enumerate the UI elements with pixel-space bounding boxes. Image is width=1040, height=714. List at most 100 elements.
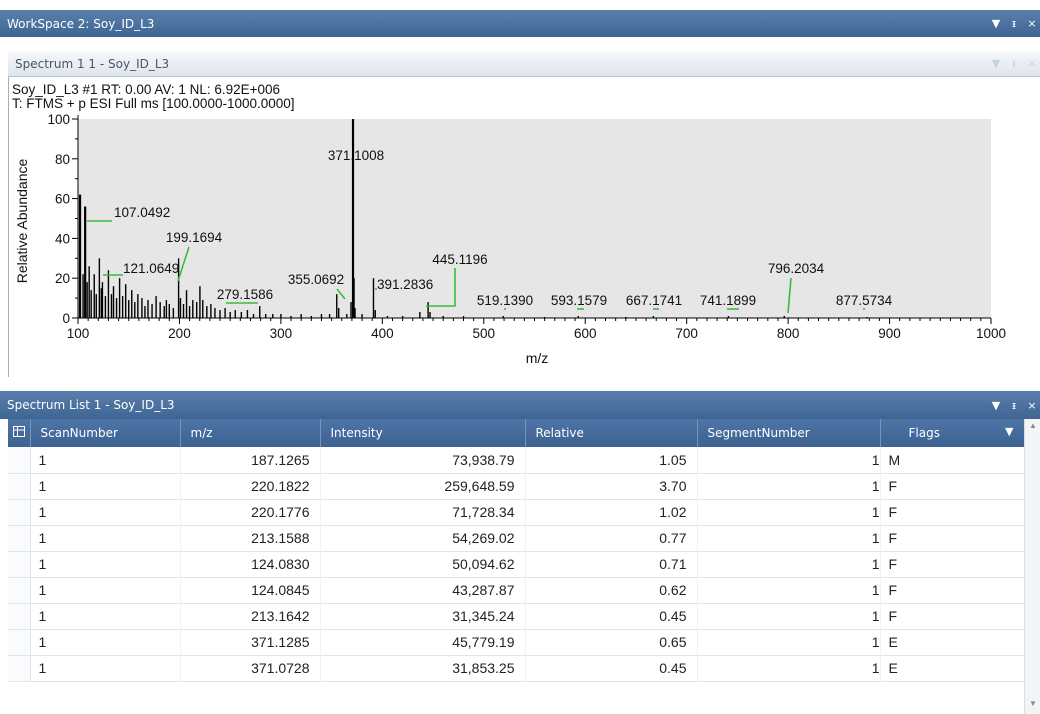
peak-annotation-label: 796.2034 [768,261,825,276]
table-row[interactable]: 1 220.1776 71,728.34 1.02 1 F [8,499,1029,525]
y-tick-label: 60 [55,192,70,207]
y-tick-label: 80 [55,152,70,167]
column-header-segmentnumber[interactable]: SegmentNumber [697,419,881,447]
y-tick-label: 20 [55,271,70,286]
column-header-relative[interactable]: Relative [525,419,698,447]
cell-scannumber: 1 [30,577,181,603]
workspace-title: WorkSpace 2: Soy_ID_L3 [7,16,155,31]
cell-segmentnumber: 1 [697,551,881,577]
table-row[interactable]: 1 220.1822 259,648.59 3.70 1 F [8,473,1029,499]
table-row[interactable]: 1 213.1588 54,269.02 0.77 1 F [8,525,1029,551]
cell-scannumber: 1 [30,603,181,629]
cell-mz: 371.1285 [180,629,321,655]
cell-flags: F [880,551,1029,577]
row-header[interactable] [8,603,31,629]
peak-annotation-label: 391.2836 [377,277,433,292]
list-pin-icon[interactable]: ᵻ [1008,399,1020,412]
x-tick-label: 1000 [976,326,1006,341]
x-tick-label: 300 [270,326,293,341]
spectrum-panel-titlebar: Spectrum 1 1 - Soy_ID_L3 ▼ ᵻ × [8,51,1040,77]
list-close-icon[interactable]: × [1026,399,1038,412]
table-row[interactable]: 1 187.1265 73,938.79 1.05 1 M [8,447,1029,473]
cell-flags: F [880,499,1029,525]
cell-relative: 0.77 [525,525,698,551]
spectrum-close-icon[interactable]: × [1026,57,1038,70]
cell-segmentnumber: 1 [697,655,881,681]
cell-mz: 220.1776 [180,499,321,525]
y-tick-label: 100 [47,112,70,127]
mass-spectrum-chart[interactable]: 100 200 300 400 500 600 700 800 900 1000 0 20 40 60 80… [9,77,1039,377]
spectrum-dropdown-icon[interactable]: ▼ [990,57,1002,70]
cell-mz: 220.1822 [180,473,321,499]
row-header[interactable] [8,499,31,525]
x-tick-label: 600 [574,326,597,341]
row-header[interactable] [8,629,31,655]
table-row[interactable]: 1 124.0830 50,094.62 0.71 1 F [8,551,1029,577]
cell-intensity: 54,269.02 [320,525,526,551]
x-tick-label: 100 [67,326,90,341]
cell-segmentnumber: 1 [697,499,881,525]
spectrum-list-titlebar: Spectrum List 1 - Soy_ID_L3 ▼ ᵻ × [0,391,1040,419]
workspace-titlebar: WorkSpace 2: Soy_ID_L3 ▼ ᵻ × [0,10,1040,37]
list-dropdown-icon[interactable]: ▼ [990,399,1002,412]
column-header-intensity[interactable]: Intensity [320,419,526,447]
row-header[interactable] [8,473,31,499]
spectrum-list-grid[interactable]: ScanNumber m/z Intensity Relative Segmen… [8,419,1040,714]
scroll-down-icon[interactable]: ▼ [1025,697,1040,711]
column-header-mz[interactable]: m/z [180,419,321,447]
vertical-scrollbar[interactable]: ▲ ▼ [1024,419,1040,714]
peak-annotation-label: 445.1196 [432,252,487,267]
row-header[interactable] [8,577,31,603]
cell-intensity: 31,853.25 [320,655,526,681]
cell-mz: 124.0830 [180,551,321,577]
spectrum-pane[interactable]: Soy_ID_L3 #1 RT: 0.00 AV: 1 NL: 6.92E+00… [8,77,1040,377]
x-tick-label: 400 [371,326,394,341]
spectrum-list-title: Spectrum List 1 - Soy_ID_L3 [7,398,175,412]
spectrum-panel-title: Spectrum 1 1 - Soy_ID_L3 [15,56,170,71]
cell-flags: E [880,655,1029,681]
peak-annotation-label: 107.0492 [114,205,170,220]
spectrum-pin-icon[interactable]: ᵻ [1008,57,1020,70]
table-row[interactable]: 1 124.0845 43,287.87 0.62 1 F [8,577,1029,603]
cell-mz: 371.0728 [180,655,321,681]
peak-annotation-label: 199.1694 [166,230,223,245]
cell-scannumber: 1 [30,525,181,551]
window-dropdown-icon[interactable]: ▼ [990,17,1002,30]
pin-icon[interactable]: ᵻ [1008,17,1020,30]
column-chooser-icon[interactable] [8,419,31,447]
row-header[interactable] [8,447,31,473]
column-header-scannumber[interactable]: ScanNumber [30,419,181,447]
peak-annotation-label: 355.0692 [288,272,344,287]
flags-filter-dropdown-icon[interactable]: ▼ [1005,425,1013,438]
column-header-flags[interactable]: Flags ▼ [880,419,1029,447]
cell-flags: F [880,603,1029,629]
cell-relative: 1.02 [525,499,698,525]
cell-intensity: 43,287.87 [320,577,526,603]
cell-intensity: 259,648.59 [320,473,526,499]
peak-annotation-label: 667.1741 [626,293,682,308]
flags-header-label: Flags [908,426,940,440]
cell-relative: 3.70 [525,473,698,499]
scroll-up-icon[interactable]: ▲ [1025,419,1040,433]
table-row[interactable]: 1 213.1642 31,345.24 0.45 1 F [8,603,1029,629]
x-tick-label: 900 [878,326,901,341]
y-tick-label: 0 [62,311,70,326]
cell-segmentnumber: 1 [697,577,881,603]
cell-scannumber: 1 [30,629,181,655]
cell-segmentnumber: 1 [697,603,881,629]
row-header[interactable] [8,551,31,577]
cell-intensity: 45,779.19 [320,629,526,655]
row-header[interactable] [8,655,31,681]
cell-relative: 0.45 [525,655,698,681]
cell-segmentnumber: 1 [697,525,881,551]
table-row[interactable]: 1 371.0728 31,853.25 0.45 1 E [8,655,1029,681]
table-row[interactable]: 1 371.1285 45,779.19 0.65 1 E [8,629,1029,655]
cell-flags: F [880,473,1029,499]
peak-annotation-label: 741.1899 [700,293,756,308]
close-icon[interactable]: × [1026,17,1038,30]
row-header[interactable] [8,525,31,551]
cell-mz: 187.1265 [180,447,321,473]
cell-scannumber: 1 [30,473,181,499]
cell-relative: 0.65 [525,629,698,655]
table-header-row: ScanNumber m/z Intensity Relative Segmen… [8,419,1029,447]
